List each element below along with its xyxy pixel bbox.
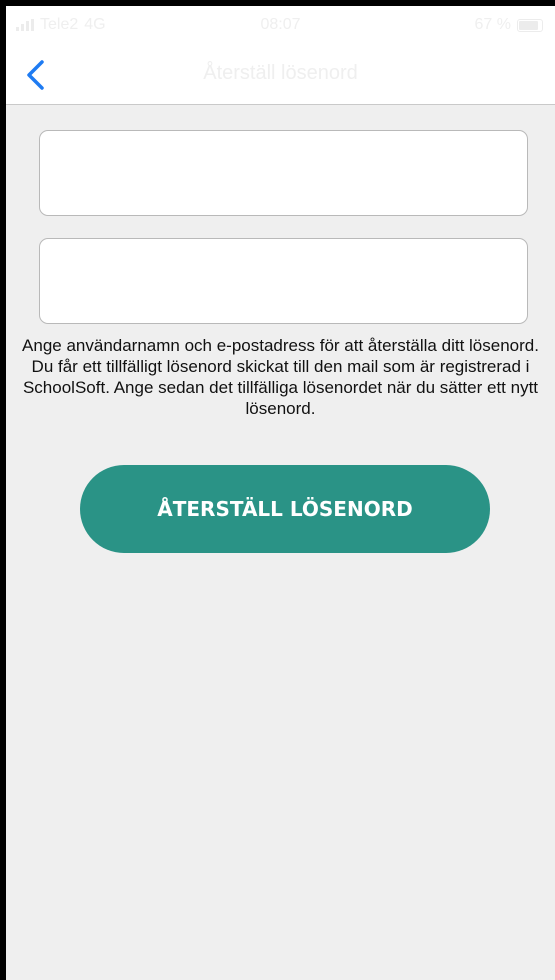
screen: Tele2 4G 08:07 67 % Återställ lösenord A… bbox=[6, 6, 555, 980]
status-bar: Tele2 4G 08:07 67 % bbox=[6, 6, 555, 46]
navigation-bar: Återställ lösenord bbox=[6, 46, 555, 105]
username-field[interactable] bbox=[39, 130, 528, 216]
page-title: Återställ lösenord bbox=[203, 62, 358, 84]
email-field[interactable] bbox=[39, 238, 528, 324]
battery-icon bbox=[517, 18, 543, 32]
help-text: Ange användarnamn och e-postadress för a… bbox=[22, 336, 539, 418]
status-right: 67 % bbox=[475, 16, 543, 34]
reset-password-button[interactable]: ÅTERSTÄLL LÖSENORD bbox=[80, 465, 490, 553]
status-time: 08:07 bbox=[260, 16, 301, 33]
battery-percent: 67 % bbox=[474, 16, 511, 33]
